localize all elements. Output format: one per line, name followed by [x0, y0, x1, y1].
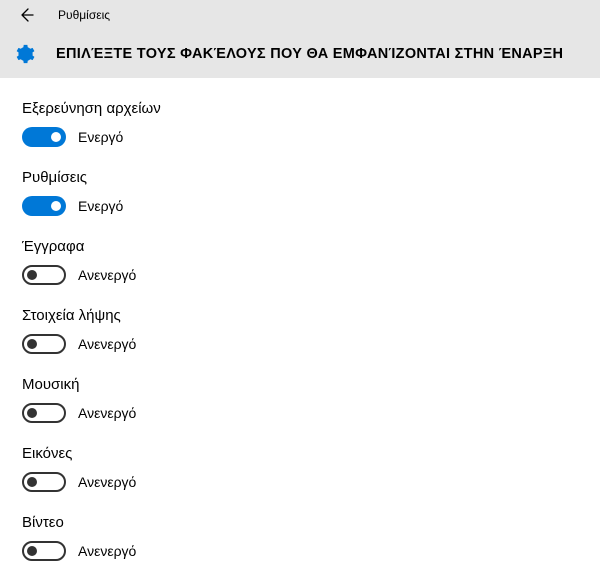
toggle-knob: [27, 408, 37, 418]
toggle-switch[interactable]: [22, 472, 66, 492]
toggle-state-label: Ανενεργό: [78, 267, 136, 283]
back-button[interactable]: [14, 3, 38, 27]
toggle-state-label: Ενεργό: [78, 198, 123, 214]
setting-label: Έγγραφα: [22, 238, 600, 255]
settings-list: Εξερεύνηση αρχείων Ενεργό Ρυθμίσεις Ενεργό Έ…: [0, 78, 600, 561]
toggle-switch[interactable]: [22, 127, 66, 147]
toggle-state-label: Ενεργό: [78, 129, 123, 145]
toggle-row: Ανενεργό: [22, 403, 600, 423]
setting-label: Ρυθμίσεις: [22, 169, 600, 186]
toggle-state-label: Ανενεργό: [78, 474, 136, 490]
toggle-switch[interactable]: [22, 196, 66, 216]
toggle-knob: [51, 132, 61, 142]
toggle-row: Ενεργό: [22, 196, 600, 216]
toggle-switch[interactable]: [22, 403, 66, 423]
setting-item: Στοιχεία λήψης Ανενεργό: [22, 307, 600, 354]
toggle-knob: [27, 339, 37, 349]
setting-label: Εξερεύνηση αρχείων: [22, 100, 600, 117]
toggle-knob: [27, 546, 37, 556]
toggle-row: Ανενεργό: [22, 541, 600, 561]
toggle-state-label: Ανενεργό: [78, 336, 136, 352]
page-title: ΕΠΙΛΈΞΤΕ ΤΟΥΣ ΦΑΚΈΛΟΥΣ ΠΟΥ ΘΑ ΕΜΦΑΝΊΖΟΝΤ…: [56, 46, 563, 62]
toggle-knob: [51, 201, 61, 211]
header-bar: Ρυθμίσεις ΕΠΙΛΈΞΤΕ ΤΟΥΣ ΦΑΚΈΛΟΥΣ ΠΟΥ ΘΑ …: [0, 0, 600, 78]
toggle-state-label: Ανενεργό: [78, 543, 136, 559]
toggle-switch[interactable]: [22, 265, 66, 285]
setting-item: Μουσική Ανενεργό: [22, 376, 600, 423]
toggle-knob: [27, 270, 37, 280]
arrow-left-icon: [18, 7, 34, 23]
setting-label: Στοιχεία λήψης: [22, 307, 600, 324]
toggle-knob: [27, 477, 37, 487]
setting-label: Εικόνες: [22, 445, 600, 462]
app-title: Ρυθμίσεις: [58, 8, 110, 22]
toggle-row: Ανενεργό: [22, 265, 600, 285]
toggle-state-label: Ανενεργό: [78, 405, 136, 421]
header-main-row: ΕΠΙΛΈΞΤΕ ΤΟΥΣ ΦΑΚΈΛΟΥΣ ΠΟΥ ΘΑ ΕΜΦΑΝΊΖΟΝΤ…: [0, 30, 600, 78]
toggle-row: Ανενεργό: [22, 334, 600, 354]
setting-item: Εξερεύνηση αρχείων Ενεργό: [22, 100, 600, 147]
setting-item: Ρυθμίσεις Ενεργό: [22, 169, 600, 216]
setting-item: Εικόνες Ανενεργό: [22, 445, 600, 492]
gear-icon-wrap: [10, 40, 38, 68]
header-top-row: Ρυθμίσεις: [0, 0, 600, 30]
toggle-row: Ενεργό: [22, 127, 600, 147]
toggle-row: Ανενεργό: [22, 472, 600, 492]
setting-label: Βίντεο: [22, 514, 600, 531]
setting-item: Έγγραφα Ανενεργό: [22, 238, 600, 285]
gear-icon: [13, 43, 35, 65]
setting-label: Μουσική: [22, 376, 600, 393]
toggle-switch[interactable]: [22, 334, 66, 354]
toggle-switch[interactable]: [22, 541, 66, 561]
